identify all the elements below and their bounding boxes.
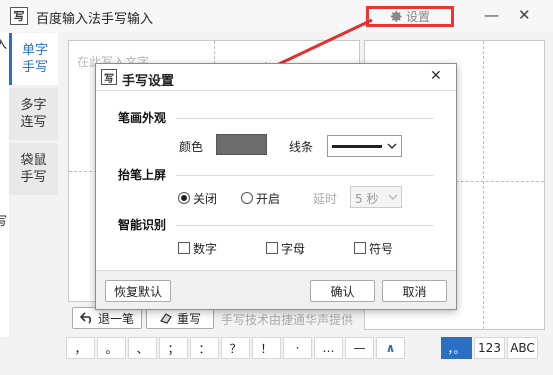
punctuation-bar: ， 。 、 ； ： ？ ！ · … — ∧ ，。 123 ABC	[66, 337, 546, 367]
tab-label: 单字	[21, 43, 48, 58]
delay-label: 延时	[313, 192, 338, 206]
color-swatch[interactable]	[216, 134, 267, 155]
close-icon[interactable]: ✕	[430, 68, 442, 84]
tab-single-char[interactable]: 单字 手写	[9, 33, 58, 85]
tab-label: 多字	[20, 98, 47, 113]
tab-kangaroo[interactable]: 袋鼠 手写	[9, 143, 58, 195]
digits-checkbox[interactable]	[178, 242, 190, 254]
edge-char: 入	[0, 37, 8, 51]
letters-label: 字母	[281, 242, 306, 256]
restore-defaults-button[interactable]: 恢复默认	[105, 280, 171, 302]
symbols-label: 符号	[369, 242, 394, 256]
delay-select[interactable]: 5 秒	[350, 186, 402, 208]
eraser-icon	[160, 313, 172, 324]
dialog-title: 手写设置	[122, 74, 175, 89]
confirm-button[interactable]: 确认	[310, 280, 375, 302]
tab-label: 手写	[21, 60, 48, 75]
lift-off-radio[interactable]	[178, 192, 190, 204]
smart-section-heading: 智能识别	[118, 218, 167, 232]
punct-key[interactable]: ：	[190, 337, 219, 359]
stroke-section-heading: 笔画外观	[118, 111, 167, 125]
background-window-edge: 入 写 插	[0, 32, 9, 337]
dialog-icon: 写	[101, 69, 117, 85]
radio-selected-dot	[181, 195, 187, 201]
grid-line	[483, 41, 484, 329]
credit-text: 手写技术由捷通华声提供	[221, 313, 354, 327]
edge-char: 写	[0, 214, 8, 228]
digits-label: 数字	[193, 242, 218, 256]
lift-on-label: 开启	[256, 192, 281, 206]
punct-key[interactable]: ·	[283, 337, 312, 359]
tab-label: 连写	[20, 115, 47, 130]
chevron-down-icon	[387, 143, 397, 149]
punct-key[interactable]: ，	[66, 337, 95, 359]
minimize-icon[interactable]: —	[484, 6, 499, 24]
punct-key[interactable]: ？	[221, 337, 250, 359]
chevron-down-icon	[388, 194, 398, 200]
mode-punctuation-button[interactable]: ，。	[441, 337, 472, 359]
divider	[176, 225, 434, 226]
delay-value: 5 秒	[355, 192, 379, 206]
symbols-checkbox[interactable]	[354, 242, 366, 254]
dialog-title-bar: 写 手写设置 ✕	[96, 64, 456, 91]
letters-checkbox[interactable]	[266, 242, 278, 254]
tab-label: 手写	[20, 170, 47, 185]
divider	[176, 118, 434, 119]
cancel-button[interactable]: 取消	[382, 280, 447, 302]
mode-letters-button[interactable]: ABC	[507, 337, 538, 359]
tab-label: 袋鼠	[20, 153, 47, 168]
dialog-footer: 恢复默认 确认 取消	[96, 270, 456, 309]
divider	[176, 175, 434, 176]
undo-label: 退一笔	[97, 311, 134, 326]
rewrite-label: 重写	[176, 311, 201, 326]
color-label: 颜色	[179, 140, 204, 154]
settings-label: 设置	[405, 10, 430, 24]
gear-icon	[390, 10, 402, 22]
lift-off-label: 关闭	[193, 192, 218, 206]
tab-multi-char[interactable]: 多字 连写	[9, 88, 58, 140]
app-icon: 写	[10, 7, 28, 25]
punct-key[interactable]: —	[345, 337, 374, 359]
expand-icon[interactable]: ∧	[376, 337, 405, 359]
line-style-select[interactable]	[327, 135, 402, 157]
punct-key[interactable]: ；	[159, 337, 188, 359]
rewrite-button[interactable]: 重写	[146, 307, 214, 329]
line-preview	[332, 145, 382, 148]
punct-key[interactable]: …	[314, 337, 343, 359]
punct-key[interactable]: ！	[252, 337, 281, 359]
lift-on-radio[interactable]	[241, 192, 253, 204]
undo-icon	[79, 312, 92, 324]
edge-char: 插	[0, 334, 7, 337]
close-icon[interactable]: ✕	[518, 6, 531, 24]
line-label: 线条	[289, 140, 314, 154]
mode-digits-button[interactable]: 123	[474, 337, 505, 359]
handwriting-settings-dialog: 写 手写设置 ✕ 笔画外观 颜色 线条 抬笔上屏 关闭 开启 延时 5 秒 智能…	[95, 63, 457, 310]
punct-key[interactable]: 、	[128, 337, 157, 359]
lift-section-heading: 抬笔上屏	[118, 168, 167, 182]
punct-key[interactable]: 。	[97, 337, 126, 359]
window-title: 百度输入法手写输入	[36, 12, 154, 27]
undo-stroke-button[interactable]: 退一笔	[72, 307, 142, 329]
